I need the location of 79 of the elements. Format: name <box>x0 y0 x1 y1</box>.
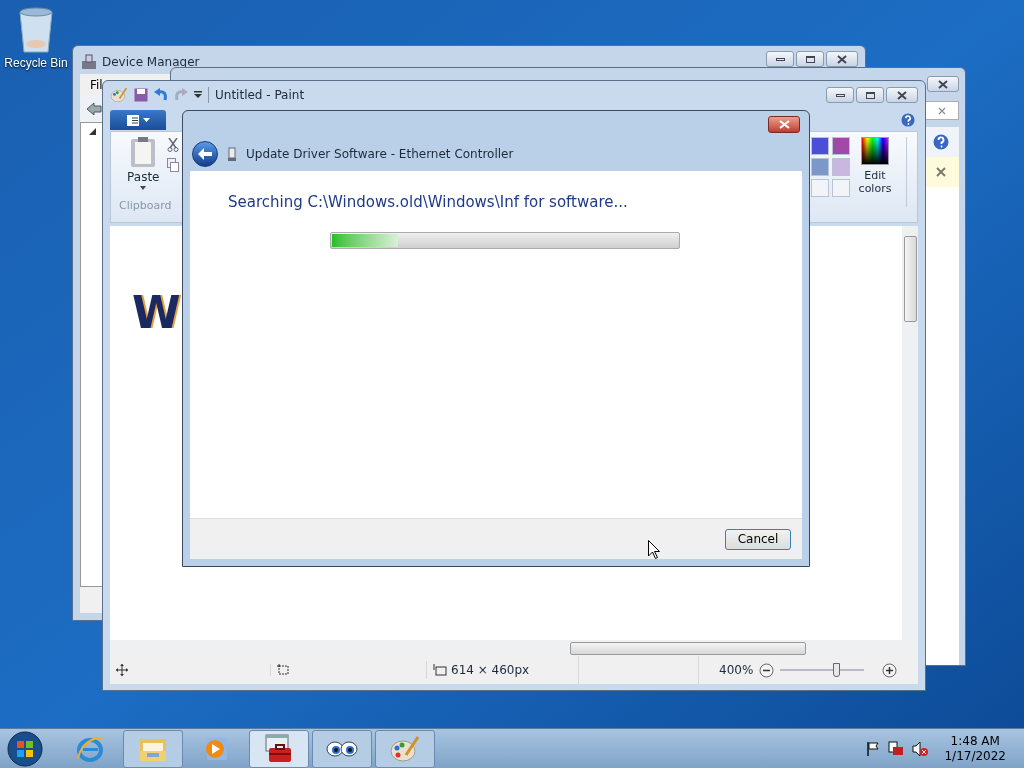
network-adapter-icon <box>228 147 236 161</box>
minimize-icon <box>835 93 845 97</box>
speaker-muted-icon[interactable] <box>912 740 929 757</box>
color-swatch[interactable] <box>832 158 850 176</box>
close-icon <box>778 119 790 129</box>
network-icon[interactable] <box>888 740 905 757</box>
document-icon <box>126 114 139 126</box>
maximize-icon <box>865 91 875 99</box>
zoom-level: 400% <box>719 662 754 679</box>
clipboard-icon <box>129 136 158 168</box>
clock-date[interactable]: 1/17/2022 <box>944 748 1006 764</box>
dialog-title: Update Driver Software - Ethernet Controller <box>246 146 514 163</box>
cursor-icon <box>648 540 660 559</box>
status-text: Searching C:\Windows.old\Windows\Inf for software... <box>227 192 629 213</box>
back-arrow-icon[interactable] <box>86 102 102 116</box>
cancel-button[interactable]: Cancel <box>725 528 791 550</box>
back-button[interactable] <box>192 141 218 167</box>
maximize-button[interactable] <box>856 87 884 103</box>
clock-time[interactable]: 1:48 AM <box>950 733 1000 749</box>
close-icon <box>837 54 847 64</box>
close-button[interactable] <box>826 51 858 67</box>
help-icon[interactable] <box>901 113 915 127</box>
taskbar-button[interactable] <box>249 729 309 768</box>
close-button[interactable] <box>886 87 918 103</box>
recycle-bin-icon[interactable] <box>17 6 55 54</box>
zoom-slider[interactable] <box>780 663 865 677</box>
color-swatch[interactable] <box>811 158 829 176</box>
canvas-text: W <box>132 291 181 335</box>
minimize-button[interactable] <box>826 87 854 103</box>
palette-icon <box>390 734 420 763</box>
device-manager-icon <box>81 54 97 70</box>
caret-icon <box>140 186 147 190</box>
minimize-button[interactable] <box>766 51 794 67</box>
canvas-size: 614 × 460px <box>451 662 530 679</box>
maximize-button[interactable] <box>796 51 824 67</box>
copy-icon[interactable] <box>167 158 180 172</box>
undo-icon[interactable] <box>154 88 168 102</box>
cut-icon[interactable] <box>167 138 180 152</box>
move-icon <box>116 664 128 676</box>
color-spectrum-icon <box>861 137 889 165</box>
canvas-size-icon <box>433 664 447 676</box>
maximize-icon <box>805 55 815 63</box>
zoom-in-icon[interactable] <box>882 662 898 678</box>
back-arrow-icon <box>198 148 212 160</box>
color-swatch[interactable] <box>811 179 829 197</box>
media-player-icon <box>203 735 229 762</box>
vertical-scrollbar[interactable] <box>902 226 918 640</box>
color-swatch[interactable] <box>832 137 850 155</box>
window-title: Device Manager <box>102 54 200 71</box>
menu-item[interactable]: Fil <box>90 76 103 94</box>
horizontal-scrollbar[interactable] <box>110 640 918 656</box>
help-icon[interactable] <box>933 134 949 150</box>
dropdown-icon[interactable] <box>194 91 202 99</box>
group-label: Clipboard <box>119 198 172 214</box>
eyes-icon <box>325 738 359 759</box>
desktop-icon-label[interactable]: Recycle Bin <box>4 54 68 72</box>
edit-colors-button[interactable]: Edit colors <box>856 137 894 195</box>
window-title: Untitled - Paint <box>215 87 305 104</box>
palette-icon[interactable] <box>110 87 128 103</box>
file-menu-button[interactable] <box>110 110 166 130</box>
flag-icon[interactable] <box>866 741 881 756</box>
slider-thumb[interactable] <box>833 663 841 677</box>
collapse-arrow-icon[interactable] <box>89 128 96 135</box>
close-button[interactable] <box>927 76 959 92</box>
windows-logo-icon <box>7 730 43 767</box>
minimize-icon <box>775 57 785 61</box>
close-icon <box>897 90 907 100</box>
close-icon[interactable] <box>936 167 946 177</box>
color-swatch[interactable] <box>832 179 850 197</box>
taskbar-button[interactable] <box>312 729 372 768</box>
paste-button[interactable]: Paste <box>127 136 160 190</box>
selection-icon <box>277 664 290 676</box>
clear-icon[interactable] <box>938 106 946 115</box>
zoom-out-icon[interactable] <box>759 662 775 678</box>
color-swatch[interactable] <box>811 137 829 155</box>
start-button[interactable] <box>4 729 46 768</box>
close-icon <box>938 79 948 89</box>
save-icon[interactable] <box>134 88 148 102</box>
close-button[interactable] <box>768 115 800 133</box>
